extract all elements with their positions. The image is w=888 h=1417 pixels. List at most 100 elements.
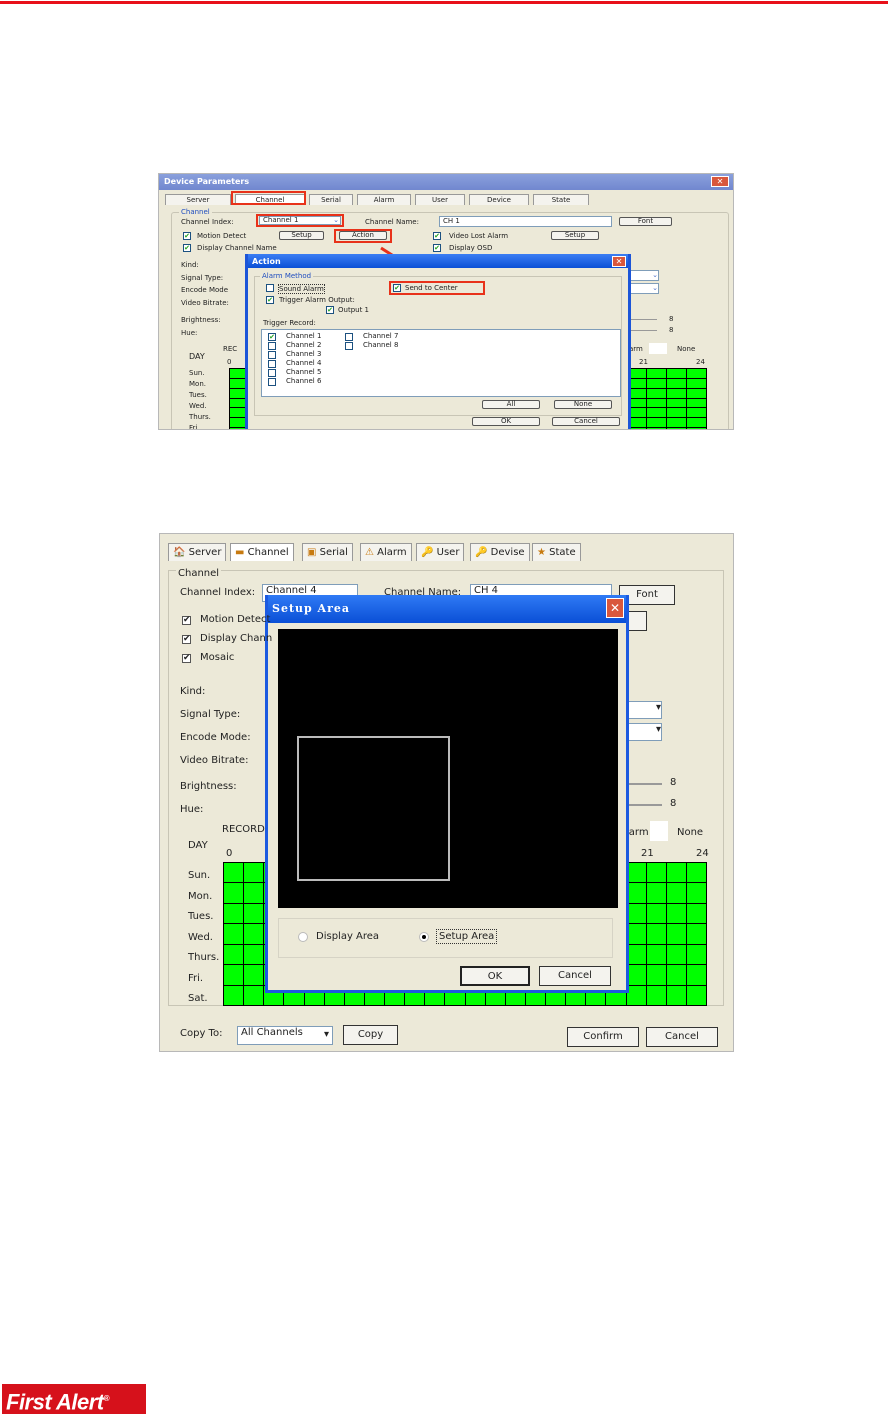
schedule-cell[interactable]: [244, 985, 264, 1005]
cancel-button[interactable]: Cancel: [552, 417, 620, 426]
schedule-cell[interactable]: [686, 883, 706, 903]
confirm-button[interactable]: Confirm: [567, 1027, 639, 1047]
motion-detect-checkbox[interactable]: ✔: [183, 232, 191, 240]
tab-device[interactable]: Device: [469, 194, 529, 205]
schedule-cell[interactable]: [666, 883, 686, 903]
schedule-cell[interactable]: [687, 408, 706, 418]
schedule-cell[interactable]: [667, 428, 687, 429]
schedule-cell[interactable]: [244, 903, 264, 924]
video-lost-setup-button[interactable]: Setup: [551, 231, 599, 240]
schedule-cell[interactable]: [244, 944, 264, 965]
schedule-cell[interactable]: [626, 965, 646, 985]
schedule-cell[interactable]: [626, 985, 646, 1005]
schedule-cell[interactable]: [646, 903, 666, 924]
brightness-slider[interactable]: [629, 319, 657, 320]
display-area-radio[interactable]: [298, 932, 308, 942]
schedule-cell[interactable]: [224, 985, 244, 1005]
schedule-cell[interactable]: [687, 378, 706, 388]
schedule-cell[interactable]: [646, 985, 666, 1005]
dialog-cancel-button[interactable]: Cancel: [539, 966, 611, 986]
close-icon[interactable]: ✕: [711, 176, 729, 187]
dialog-ok-button[interactable]: OK: [460, 966, 530, 986]
tab-state[interactable]: ★ State: [532, 543, 581, 561]
motion-area-rectangle[interactable]: [297, 736, 450, 881]
tab-serial[interactable]: Serial: [309, 194, 353, 205]
channel-checkbox[interactable]: [268, 369, 276, 377]
channel-checkbox[interactable]: [268, 342, 276, 350]
schedule-cell[interactable]: [626, 863, 646, 883]
option-checkbox[interactable]: ✔: [182, 654, 191, 663]
schedule-cell[interactable]: [224, 924, 244, 944]
option-checkbox[interactable]: ✔: [182, 635, 191, 644]
tab-server[interactable]: 🏠 Server: [168, 543, 227, 561]
tab-alarm[interactable]: Alarm: [357, 194, 411, 205]
schedule-cell[interactable]: [687, 398, 706, 408]
dialog-close-icon[interactable]: ✕: [612, 256, 626, 267]
schedule-cell[interactable]: [224, 863, 244, 883]
channel-checkbox[interactable]: [268, 360, 276, 368]
schedule-cell[interactable]: [667, 388, 687, 398]
schedule-cell[interactable]: [666, 924, 686, 944]
schedule-cell[interactable]: [666, 985, 686, 1005]
dialog-close-icon[interactable]: ✕: [606, 598, 624, 618]
channel-checkbox[interactable]: [268, 351, 276, 359]
schedule-cell[interactable]: [647, 398, 667, 408]
schedule-cell[interactable]: [646, 944, 666, 965]
tab-user[interactable]: 🔑 User: [416, 543, 465, 561]
tab-channel[interactable]: ▬ Channel: [230, 543, 294, 561]
schedule-cell[interactable]: [666, 903, 686, 924]
video-lost-checkbox[interactable]: ✔: [433, 232, 441, 240]
tab-serial[interactable]: ▣ Serial: [302, 543, 353, 561]
schedule-cell[interactable]: [647, 388, 667, 398]
schedule-cell[interactable]: [667, 369, 687, 378]
none-button[interactable]: None: [554, 400, 612, 409]
motion-setup-button[interactable]: Setup: [279, 231, 324, 240]
schedule-cell[interactable]: [626, 944, 646, 965]
schedule-cell[interactable]: [646, 883, 666, 903]
send-to-center-checkbox[interactable]: ✔: [393, 284, 401, 292]
schedule-cell[interactable]: [666, 944, 686, 965]
font-button[interactable]: Font: [619, 217, 672, 226]
schedule-cell[interactable]: [687, 369, 706, 378]
all-button[interactable]: All: [482, 400, 540, 409]
tab-alarm[interactable]: ⚠ Alarm: [360, 543, 412, 561]
sound-alarm-checkbox[interactable]: [266, 284, 274, 292]
schedule-cell[interactable]: [686, 863, 706, 883]
ok-button[interactable]: OK: [472, 417, 540, 426]
schedule-cell[interactable]: [224, 903, 244, 924]
schedule-cell[interactable]: [667, 408, 687, 418]
schedule-cell[interactable]: [667, 418, 687, 428]
channel-index-select[interactable]: Channel 1 ⌄: [259, 216, 341, 225]
output-1-checkbox[interactable]: ✔: [326, 306, 334, 314]
schedule-cell[interactable]: [686, 944, 706, 965]
schedule-cell[interactable]: [224, 944, 244, 965]
schedule-cell[interactable]: [626, 924, 646, 944]
channel-checkbox[interactable]: [345, 342, 353, 350]
tab-state[interactable]: State: [533, 194, 589, 205]
trigger-alarm-output-checkbox[interactable]: ✔: [266, 296, 274, 304]
schedule-cell[interactable]: [686, 985, 706, 1005]
channel-name-input[interactable]: CH 1: [439, 216, 612, 227]
copy-button[interactable]: Copy: [343, 1025, 398, 1045]
schedule-cell[interactable]: [647, 369, 667, 378]
channel-checkbox[interactable]: [345, 333, 353, 341]
schedule-cell[interactable]: [687, 388, 706, 398]
hue-slider[interactable]: [629, 330, 657, 331]
signal-type-select[interactable]: ⌄: [629, 270, 659, 281]
schedule-cell[interactable]: [667, 398, 687, 408]
schedule-cell[interactable]: [666, 863, 686, 883]
schedule-cell[interactable]: [224, 883, 244, 903]
schedule-cell[interactable]: [244, 924, 264, 944]
schedule-cell[interactable]: [666, 965, 686, 985]
schedule-cell[interactable]: [667, 378, 687, 388]
setup-area-radio[interactable]: [419, 932, 429, 942]
action-button[interactable]: Action: [339, 231, 387, 240]
schedule-cell[interactable]: [646, 924, 666, 944]
schedule-cell[interactable]: [646, 965, 666, 985]
schedule-cell[interactable]: [244, 883, 264, 903]
schedule-cell[interactable]: [244, 965, 264, 985]
cancel-button[interactable]: Cancel: [646, 1027, 718, 1047]
schedule-cell[interactable]: [244, 863, 264, 883]
schedule-cell[interactable]: [686, 924, 706, 944]
schedule-cell[interactable]: [224, 965, 244, 985]
